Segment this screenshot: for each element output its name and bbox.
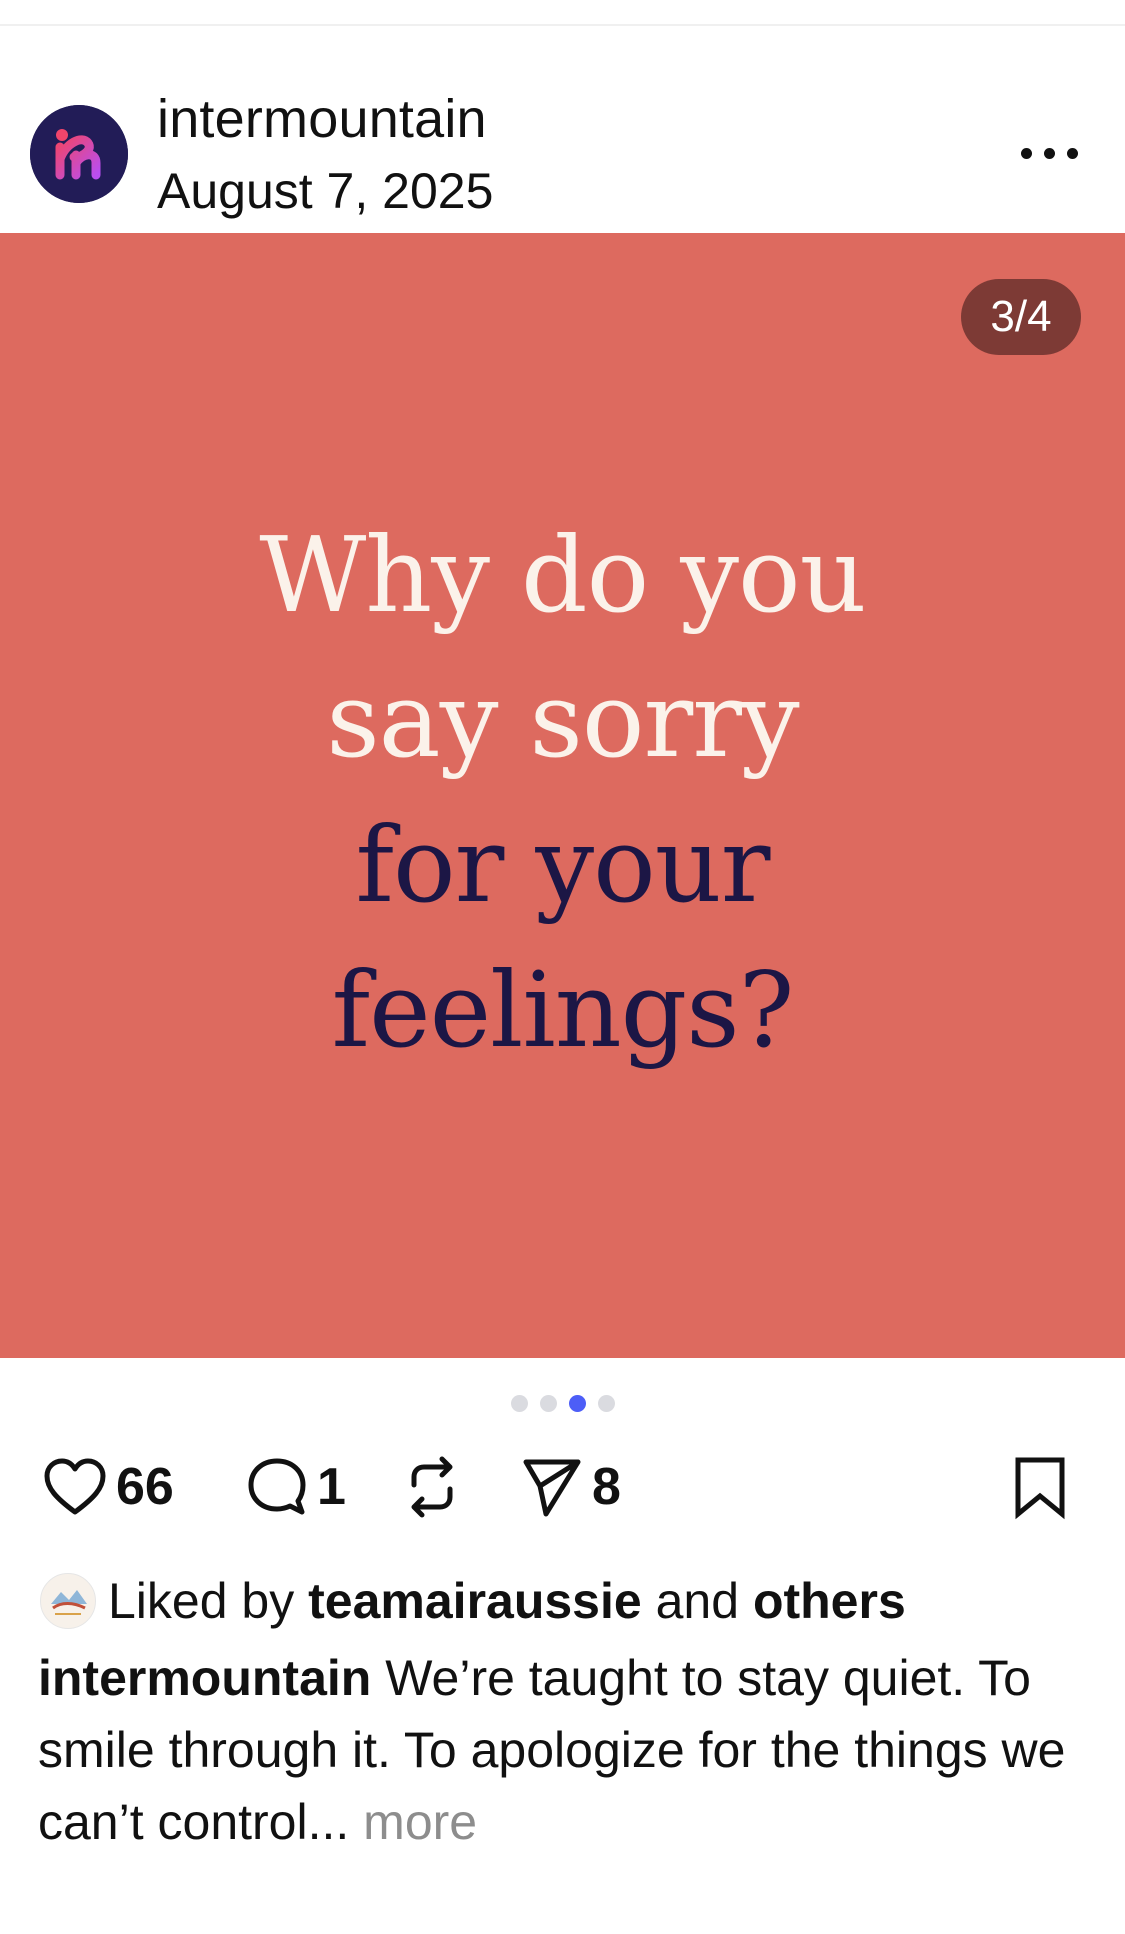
slide-text: Why do you say sorry for your feelings? — [0, 503, 1125, 1083]
send-icon — [523, 1459, 581, 1517]
liked-by-prefix: Liked by — [108, 1573, 295, 1629]
share-count: 8 — [592, 1458, 621, 1516]
action-bar: 66 1 8 — [0, 1447, 1125, 1527]
teamairaussie-avatar-icon — [42, 1575, 94, 1627]
post-image-slide[interactable]: 3/4 Why do you say sorry for your feelin… — [0, 233, 1125, 1358]
comment-count: 1 — [317, 1458, 346, 1516]
heart-icon — [44, 1458, 106, 1515]
liker-avatar — [40, 1573, 96, 1629]
carousel-dot[interactable] — [597, 1395, 615, 1412]
post-caption: intermountain We’re taught to stay quiet… — [38, 1642, 1098, 1858]
intermountain-logo-icon — [30, 105, 128, 203]
comment-button[interactable]: 1 — [245, 1447, 346, 1527]
like-count: 66 — [116, 1458, 174, 1516]
liked-by-row[interactable]: Liked by teamairaussie and others — [40, 1570, 906, 1632]
liked-by-user[interactable]: teamairaussie — [308, 1573, 642, 1629]
comment-icon — [248, 1458, 306, 1515]
slide-line-4: feelings? — [331, 949, 795, 1071]
more-options-icon[interactable] — [1015, 134, 1085, 174]
slide-counter-badge: 3/4 — [961, 279, 1081, 355]
caption-username[interactable]: intermountain — [38, 1650, 371, 1706]
repost-icon — [411, 1456, 453, 1518]
post-header: intermountain August 7, 2025 — [0, 80, 1125, 230]
liked-by-others[interactable]: others — [753, 1573, 906, 1629]
carousel-indicator — [0, 1395, 1125, 1415]
post-username[interactable]: intermountain — [157, 88, 487, 150]
carousel-dot[interactable] — [510, 1395, 528, 1412]
like-button[interactable]: 66 — [42, 1447, 174, 1527]
save-button[interactable] — [1010, 1447, 1070, 1527]
repost-button[interactable] — [400, 1447, 464, 1527]
slide-line-3: for your — [355, 804, 771, 926]
send-button[interactable]: 8 — [520, 1447, 621, 1527]
top-divider — [0, 24, 1125, 26]
carousel-dot-active[interactable] — [568, 1395, 586, 1412]
slide-line-1: Why do you — [259, 514, 866, 636]
slide-line-2: say sorry — [326, 659, 799, 781]
caption-more-link[interactable]: more — [363, 1794, 477, 1850]
carousel-dot[interactable] — [539, 1395, 557, 1412]
liked-by-and: and — [655, 1573, 740, 1629]
bookmark-icon — [1015, 1457, 1065, 1520]
post-date: August 7, 2025 — [157, 163, 494, 219]
profile-avatar[interactable] — [30, 105, 128, 203]
